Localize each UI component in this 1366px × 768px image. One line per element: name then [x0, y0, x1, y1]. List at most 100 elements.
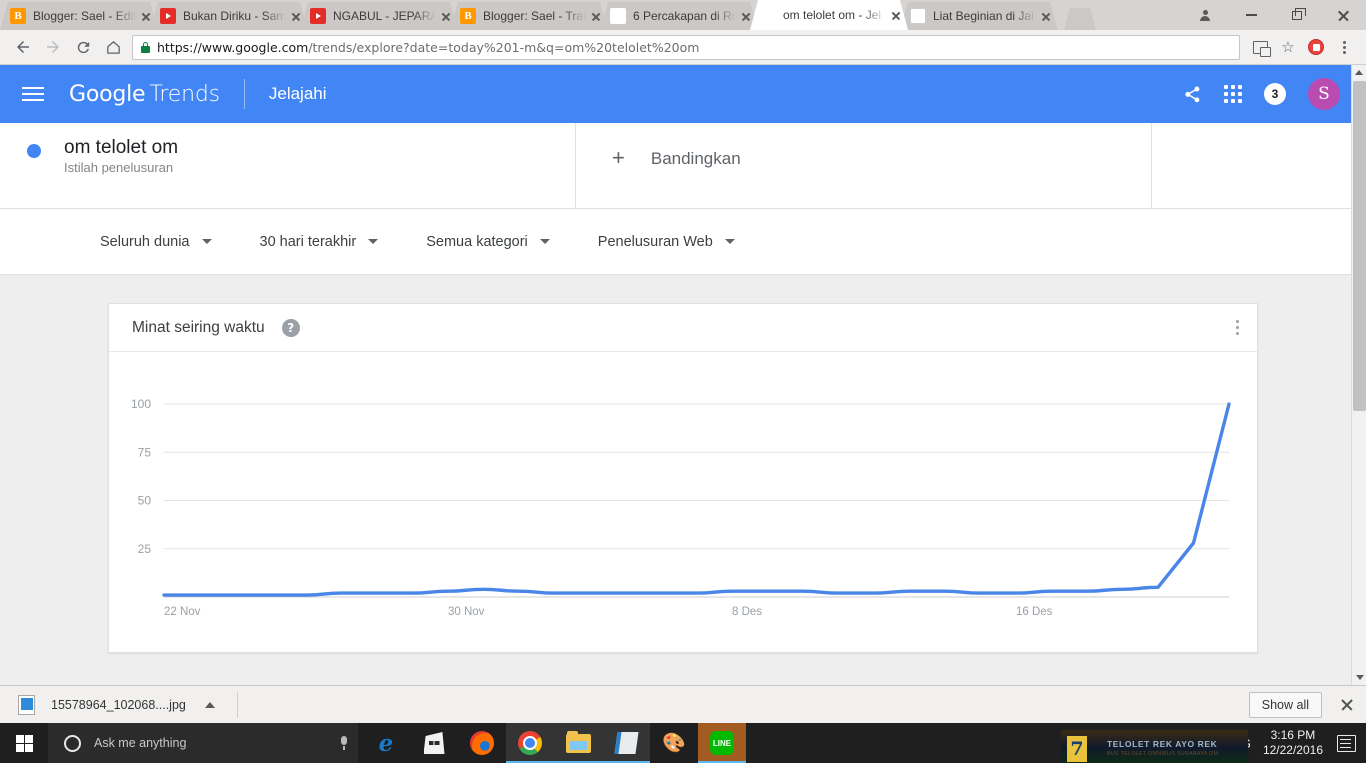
browser-tab[interactable]: Blogger: Sael - Traf [450, 2, 608, 30]
microsoft-store-icon [423, 732, 445, 754]
user-profile-icon[interactable] [1182, 0, 1228, 30]
google-trends-logo[interactable]: Google Trends [69, 82, 220, 107]
back-arrow-icon[interactable] [8, 33, 38, 61]
close-icon[interactable] [1340, 698, 1354, 712]
browser-tab[interactable]: Liat Beginian di Jal [900, 2, 1058, 30]
forward-arrow-icon [38, 33, 68, 61]
whatsapp-icon [610, 8, 626, 24]
hamburger-menu-icon[interactable] [22, 87, 52, 101]
firefox-icon [470, 731, 494, 755]
apps-grid-icon[interactable] [1224, 85, 1242, 103]
help-question-icon[interactable]: ? [281, 318, 300, 337]
clock[interactable]: 3:16 PM 12/22/2016 [1263, 728, 1323, 758]
bookmark-star-icon[interactable]: ☆ [1274, 33, 1302, 61]
scroll-up-arrow-icon[interactable] [1352, 65, 1366, 80]
address-bar[interactable]: https://www.google.com/trends/explore?da… [132, 34, 1240, 60]
taskbar-apps: e 🎨 LINE [362, 723, 746, 763]
google-icon [760, 7, 776, 23]
chrome-menu-icon[interactable] [1330, 33, 1358, 61]
home-icon[interactable] [98, 33, 128, 61]
filter-category[interactable]: Semua kategori [426, 234, 550, 250]
lock-icon [141, 41, 150, 53]
windows-start-icon[interactable] [0, 723, 48, 763]
tab-close-icon[interactable] [138, 8, 154, 24]
divider [243, 79, 245, 109]
image-file-icon [18, 694, 35, 715]
tab-strip: Blogger: Sael - Edit Bukan Diriku - Sam … [0, 0, 1366, 30]
tab-close-icon[interactable] [888, 7, 904, 23]
adblock-extension-icon[interactable] [1302, 33, 1330, 61]
url-path: /trends/explore?date=today%201-m&q=om%20… [308, 39, 700, 55]
taskbar-item-line[interactable]: LINE [698, 723, 746, 763]
new-tab-button[interactable] [1064, 8, 1096, 30]
app-bar-actions: 3 S [1182, 65, 1340, 123]
page-viewport: Google Trends Jelajahi 3 S om telolet om … [0, 65, 1366, 685]
cortana-placeholder: Ask me anything [94, 736, 187, 750]
search-terms-row: om telolet om Istilah penelusuran + Band… [0, 123, 1366, 209]
browser-tab[interactable]: Blogger: Sael - Edit [0, 2, 158, 30]
line-chart[interactable]: 25 50 75 100 22 Nov 30 Nov 8 Des 16 Des [109, 352, 1257, 652]
chevron-up-icon[interactable] [204, 701, 215, 708]
y-axis-tick-label: 75 [138, 445, 152, 459]
tab-title: 6 Percakapan di Ru [633, 9, 736, 23]
taskbar-item-chrome[interactable] [506, 723, 554, 763]
tab-close-icon[interactable] [1038, 8, 1054, 24]
taskbar-item-store[interactable] [410, 723, 458, 763]
minimize-icon[interactable] [1228, 0, 1274, 30]
translate-icon[interactable] [1246, 33, 1274, 61]
taskbar-item-edge[interactable]: e [362, 723, 410, 763]
cortana-search-input[interactable]: Ask me anything [48, 723, 358, 763]
browser-tab[interactable]: NGABUL - JEPARA [300, 2, 458, 30]
taskbar-item-paint[interactable]: 🎨 [650, 723, 698, 763]
clock-time: 3:16 PM [1270, 728, 1316, 742]
url-text: https://www.google.com/trends/explore?da… [157, 40, 699, 55]
search-term-card[interactable]: om telolet om Istilah penelusuran [0, 123, 576, 208]
tab-title: Blogger: Sael - Traf [483, 9, 586, 23]
filter-time-range-label: 30 hari terakhir [259, 233, 357, 250]
filter-time-range[interactable]: 30 hari terakhir [260, 234, 379, 250]
video-thumbnail-preview[interactable]: 7 TELOLET REK AYO REK BUS TELOLET OMNIBU… [1061, 730, 1248, 763]
share-icon[interactable] [1182, 84, 1202, 104]
download-shelf: 15578964_102068....jpg Show all [0, 685, 1366, 723]
close-icon[interactable] [1320, 0, 1366, 30]
interest-over-time-card: Minat seiring waktu ? 25 50 75 100 22 Nov 30 … [108, 303, 1258, 653]
download-item[interactable]: 15578964_102068....jpg [18, 694, 215, 715]
browser-toolbar: https://www.google.com/trends/explore?da… [0, 30, 1366, 65]
taskbar-item-file-explorer[interactable] [554, 723, 602, 763]
cortana-circle-icon [64, 734, 81, 752]
filter-location[interactable]: Seluruh dunia [100, 234, 212, 250]
page-scrollbar[interactable] [1351, 65, 1366, 685]
scrollbar-thumb[interactable] [1353, 81, 1366, 411]
more-vertical-icon[interactable] [1235, 320, 1239, 335]
series-color-dot [27, 144, 41, 158]
tab-close-icon[interactable] [738, 8, 754, 24]
tab-close-icon[interactable] [288, 8, 304, 24]
download-file-name: 15578964_102068....jpg [51, 697, 186, 712]
browser-tab[interactable]: Bukan Diriku - Sam [150, 2, 308, 30]
show-all-button[interactable]: Show all [1248, 691, 1322, 718]
browser-tab[interactable]: 6 Percakapan di Ru [600, 2, 758, 30]
notification-badge[interactable]: 3 [1264, 83, 1286, 105]
browser-tab-active[interactable]: om telolet om - Jel [750, 0, 908, 30]
microphone-icon[interactable] [339, 736, 348, 750]
filter-search-type-label: Penelusuran Web [597, 233, 713, 250]
avatar[interactable]: S [1308, 78, 1340, 110]
taskbar-item-firefox[interactable] [458, 723, 506, 763]
filter-search-type[interactable]: Penelusuran Web [598, 234, 735, 250]
action-center-icon[interactable] [1337, 734, 1356, 752]
compare-button[interactable]: + Bandingkan [576, 123, 1152, 208]
tab-title: NGABUL - JEPARA [333, 9, 436, 23]
tab-title: Bukan Diriku - Sam [183, 9, 286, 23]
taskbar-item-notepad[interactable] [602, 723, 650, 763]
tab-close-icon[interactable] [588, 8, 604, 24]
notepad-icon [613, 732, 639, 754]
kaskus-icon [910, 8, 926, 24]
tab-close-icon[interactable] [438, 8, 454, 24]
scroll-down-arrow-icon[interactable] [1352, 670, 1366, 685]
reload-icon[interactable] [68, 33, 98, 61]
windows-taskbar: Ask me anything e 🎨 LINE 7 TELOLET REK A… [0, 723, 1366, 763]
clock-date: 12/22/2016 [1262, 743, 1323, 757]
maximize-icon[interactable] [1274, 0, 1320, 30]
file-explorer-icon [565, 730, 591, 753]
x-axis-tick-label: 22 Nov [164, 606, 201, 618]
